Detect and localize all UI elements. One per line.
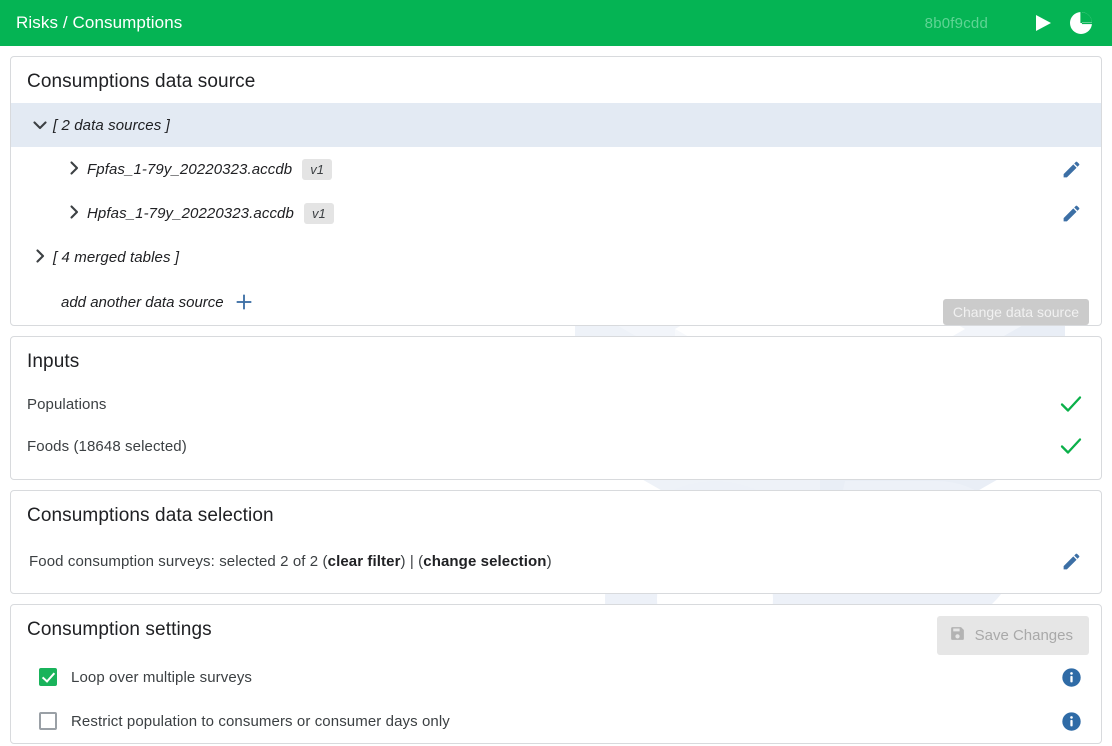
play-icon[interactable] [1026, 6, 1060, 40]
inputs-card: Inputs Populations Foods (18648 selected… [10, 336, 1102, 480]
selection-summary-text: Food consumption surveys: selected 2 of … [29, 553, 552, 570]
version-badge: v1 [302, 159, 332, 180]
save-changes-label: Save Changes [975, 627, 1073, 644]
chevron-down-icon[interactable] [27, 118, 53, 133]
selection-text-suffix: ) [547, 553, 552, 570]
app-header: Risks / Consumptions 8b0f9cdd [0, 0, 1112, 46]
add-data-source-row[interactable]: add another data source [11, 279, 1101, 325]
input-row-foods[interactable]: Foods (18648 selected) [11, 425, 1101, 467]
page-title: Risks / Consumptions [16, 13, 182, 33]
checkbox-label: Restrict population to consumers or cons… [71, 713, 450, 730]
card-title-inputs: Inputs [11, 337, 1101, 383]
selection-summary-row: Food consumption surveys: selected 2 of … [11, 537, 1101, 585]
change-selection-link[interactable]: change selection [423, 553, 546, 570]
selection-text-prefix: Food consumption surveys: selected 2 of … [29, 553, 328, 570]
check-icon [1051, 395, 1091, 413]
data-source-filename: Hpfas_1-79y_20220323.accdb [87, 205, 294, 222]
chevron-right-icon[interactable] [27, 249, 53, 266]
info-icon[interactable] [1051, 667, 1091, 688]
session-id-label: 8b0f9cdd [925, 15, 988, 32]
input-row-populations[interactable]: Populations [11, 383, 1101, 425]
plus-icon[interactable] [224, 282, 264, 322]
edit-icon[interactable] [1051, 541, 1091, 581]
data-source-filename: Fpfas_1-79y_20220323.accdb [87, 161, 292, 178]
restrict-population-checkbox[interactable] [39, 712, 57, 730]
add-data-source-label: add another data source [61, 294, 224, 311]
checkbox-row-restrict-population[interactable]: Restrict population to consumers or cons… [11, 699, 1101, 743]
chevron-right-icon[interactable] [61, 205, 87, 222]
checkbox-label: Loop over multiple surveys [71, 669, 252, 686]
data-source-row[interactable]: Fpfas_1-79y_20220323.accdb v1 [11, 147, 1101, 191]
merged-tables-row[interactable]: [ 4 merged tables ] [11, 235, 1101, 279]
consumptions-data-selection-card: Consumptions data selection Food consump… [10, 490, 1102, 594]
page-content: Consumptions data source [ 2 data source… [0, 46, 1112, 746]
edit-icon[interactable] [1051, 193, 1091, 233]
data-sources-group-row[interactable]: [ 2 data sources ] [11, 103, 1101, 147]
version-badge: v1 [304, 203, 334, 224]
settings-header: Consumption settings Save Changes [11, 605, 1101, 655]
data-source-row[interactable]: Hpfas_1-79y_20220323.accdb v1 [11, 191, 1101, 235]
card-title-data-source: Consumptions data source [11, 57, 1101, 103]
loop-over-surveys-checkbox[interactable] [39, 668, 57, 686]
chevron-right-icon[interactable] [61, 161, 87, 178]
selection-text-middle: ) | ( [401, 553, 424, 570]
save-icon [949, 625, 966, 646]
data-sources-group-label: [ 2 data sources ] [53, 117, 170, 134]
input-label: Populations [27, 396, 107, 413]
edit-icon[interactable] [1051, 149, 1091, 189]
check-icon [1051, 437, 1091, 455]
consumption-settings-card: Consumption settings Save Changes Loop o… [10, 604, 1102, 744]
checkbox-row-loop-over-surveys[interactable]: Loop over multiple surveys [11, 655, 1101, 699]
card-title-consumption-settings: Consumption settings [11, 605, 228, 651]
clear-filter-link[interactable]: clear filter [328, 553, 401, 570]
merged-tables-label: [ 4 merged tables ] [53, 249, 179, 266]
consumptions-data-source-card: Consumptions data source [ 2 data source… [10, 56, 1102, 326]
card-title-data-selection: Consumptions data selection [11, 491, 1101, 537]
input-label: Foods (18648 selected) [27, 438, 187, 455]
save-changes-button[interactable]: Save Changes [937, 616, 1089, 655]
pie-chart-icon[interactable] [1064, 6, 1098, 40]
info-icon[interactable] [1051, 711, 1091, 732]
